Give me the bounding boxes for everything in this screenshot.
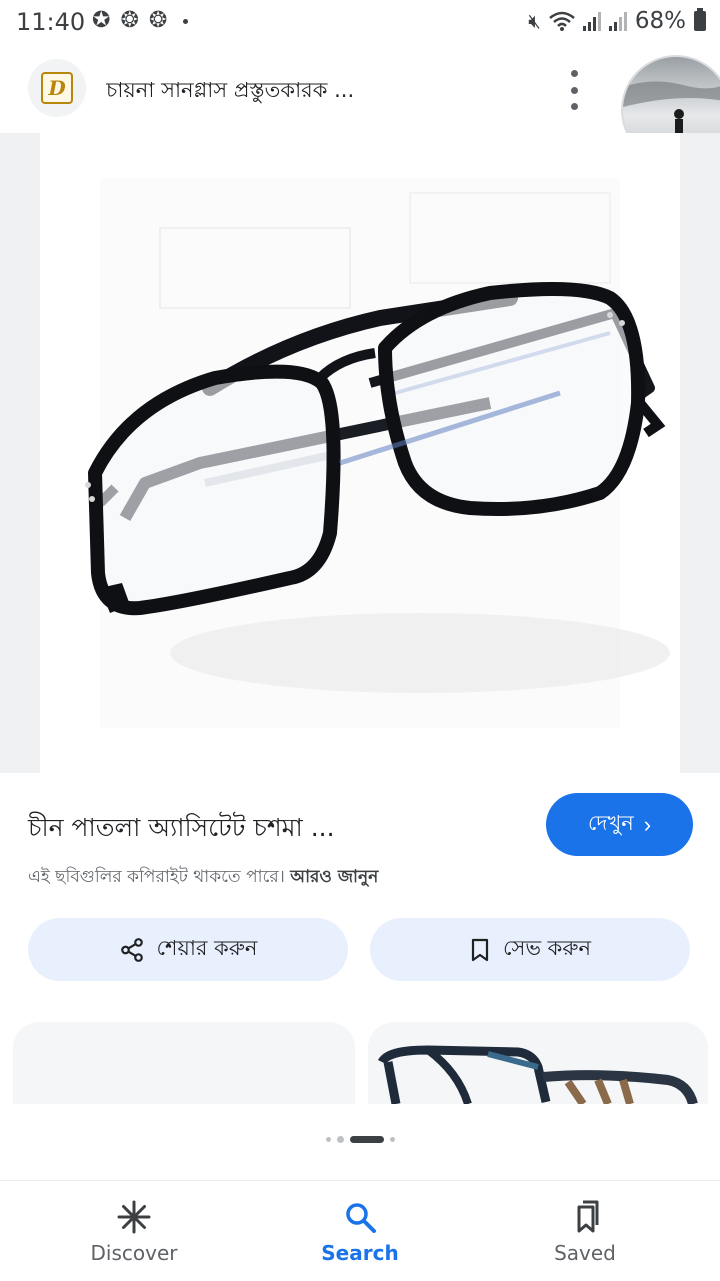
nav-saved-label: Saved (554, 1241, 616, 1265)
nav-search-label: Search (321, 1241, 399, 1265)
nav-discover-label: Discover (90, 1241, 178, 1265)
battery-icon (694, 8, 706, 31)
visit-button[interactable]: দেখুন › (546, 793, 693, 856)
save-button[interactable]: সেভ করুন (370, 918, 690, 981)
page-indicator (0, 1136, 720, 1143)
product-image[interactable] (40, 133, 680, 773)
site-title[interactable]: চায়না সানগ্লাস প্রস্তুতকারক ... (106, 74, 536, 109)
mute-icon: 🔇︎ (528, 9, 541, 33)
status-time: 11:40 (16, 8, 86, 36)
signal-icon-2 (608, 11, 627, 31)
signal-icon-1 (582, 11, 601, 31)
search-icon (346, 1203, 376, 1233)
copyright-notice: এই ছবিগুলির কপিরাইট থাকতে পারে। আরও জানু… (28, 864, 378, 892)
related-result-card[interactable] (13, 1022, 355, 1104)
learn-more-link[interactable]: আরও জানুন (290, 867, 378, 887)
notification-icons: ✪ ❂ ❂ (92, 8, 189, 33)
visit-label: দেখুন (587, 812, 634, 835)
result-title[interactable]: চীন পাতলা অ্যাসিটেট চশমা ... (28, 808, 335, 851)
chevron-right-icon: › (643, 811, 652, 837)
asterisk-icon (117, 1200, 151, 1234)
bookmark-icon (471, 938, 489, 961)
nav-discover[interactable]: Discover (54, 1199, 214, 1265)
source-header: D চায়না সানগ্লাস প্রস্তুতকারক ... (0, 50, 720, 165)
wifi-icon (549, 11, 575, 31)
site-logo-letter: D (41, 72, 73, 104)
copyright-text: এই ছবিগুলির কপিরাইট থাকতে পারে। (28, 867, 285, 887)
battery-percent: 68% (634, 8, 686, 34)
saved-collections-icon (577, 1200, 599, 1233)
nav-saved[interactable]: Saved (505, 1199, 665, 1265)
more-notifications-dot (183, 18, 189, 24)
share-label: শেয়ার করুন (156, 936, 258, 960)
more-options-icon[interactable] (563, 70, 585, 110)
bottom-navigation: Discover Search Saved (0, 1180, 720, 1281)
save-label: সেভ করুন (502, 936, 592, 960)
system-status-icons: 🔇︎ 68% (528, 8, 706, 34)
site-favicon[interactable]: D (28, 59, 86, 117)
status-bar: 11:40 ✪ ❂ ❂ 🔇︎ 68% (0, 0, 720, 46)
chatgpt-notification-icon: ❂ (120, 8, 139, 33)
share-icon (120, 937, 143, 962)
related-glasses-image (377, 1045, 698, 1104)
nav-search[interactable]: Search (280, 1199, 440, 1265)
related-result-card[interactable] (368, 1022, 708, 1104)
settings-notification-icon: ✪ (92, 8, 111, 33)
chatgpt-notification-icon-2: ❂ (148, 8, 168, 33)
share-button[interactable]: শেয়ার করুন (28, 918, 348, 981)
image-viewer[interactable] (0, 133, 720, 773)
eyeglasses-image (85, 178, 670, 728)
